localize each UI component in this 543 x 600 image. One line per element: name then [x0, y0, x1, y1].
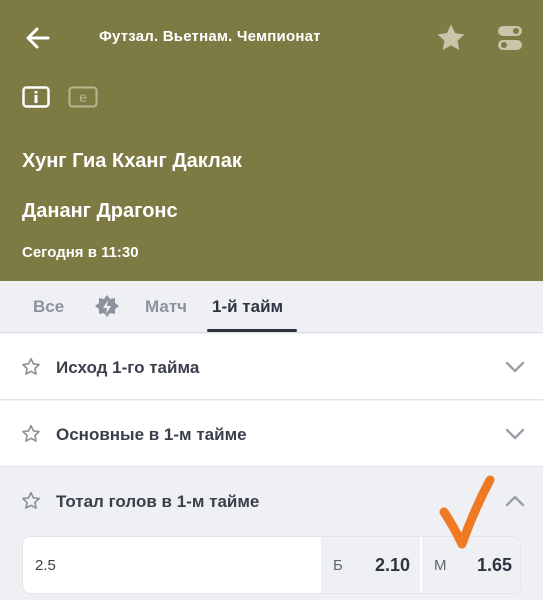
over-odds-value: 2.10 [374, 555, 410, 575]
over-odds-button[interactable]: Б 2.10 [321, 537, 420, 593]
section-first-half-main[interactable]: Основные в 1-м тайме [0, 401, 543, 467]
tab-all[interactable]: Все [33, 297, 64, 317]
under-odds-value: 1.65 [476, 555, 512, 575]
svg-text:e: e [79, 89, 87, 105]
chevron-down-icon[interactable] [504, 425, 526, 443]
favorite-star-icon[interactable] [434, 21, 468, 55]
chevron-down-icon[interactable] [504, 358, 526, 376]
over-label: Б [333, 557, 343, 574]
section-label: Основные в 1-м тайме [56, 425, 247, 444]
section-label: Тотал голов в 1-м тайме [56, 492, 260, 511]
section-first-half-result[interactable]: Исход 1-го тайма [0, 334, 543, 400]
home-team-name: Хунг Гиа Кханг Даклак [22, 150, 242, 172]
total-line-value: 2.5 [35, 557, 56, 574]
live-lightning-icon[interactable] [94, 294, 120, 320]
section-label: Исход 1-го тайма [56, 358, 200, 377]
e-mode-icon[interactable]: e [68, 86, 98, 108]
back-arrow-icon[interactable] [24, 24, 52, 52]
info-screen-icon[interactable] [22, 86, 50, 108]
settings-toggle-icon[interactable] [496, 24, 524, 52]
match-header: Футзал. Вьетнам. Чемпионат e Хунг Гиа Кх… [0, 0, 543, 281]
favorite-star-outline-icon[interactable] [20, 423, 42, 445]
market-tabs: Все Матч 1-й тайм [0, 281, 543, 333]
favorite-star-outline-icon[interactable] [20, 356, 42, 378]
under-label: М [434, 557, 447, 574]
chevron-up-icon[interactable] [504, 492, 526, 510]
active-tab-indicator [207, 329, 297, 332]
match-start-time: Сегодня в 11:30 [22, 244, 139, 261]
orange-checkmark-annotation [439, 475, 495, 549]
tab-first-half[interactable]: 1-й тайм [212, 297, 283, 317]
favorite-star-outline-icon[interactable] [20, 490, 42, 512]
away-team-name: Дананг Драгонс [22, 200, 178, 222]
tab-match[interactable]: Матч [145, 297, 187, 317]
page-title: Футзал. Вьетнам. Чемпионат [99, 28, 321, 45]
